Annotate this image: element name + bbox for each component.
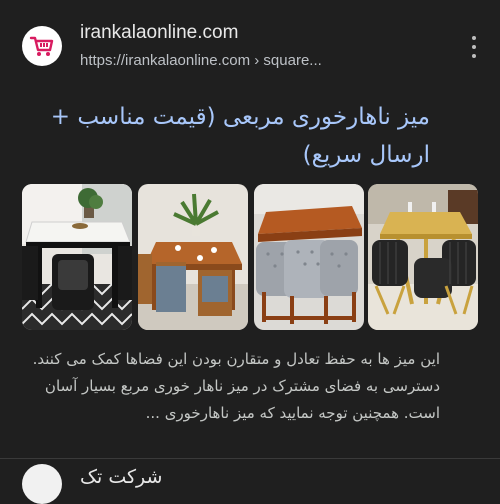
thumbnail-4[interactable] — [368, 184, 478, 330]
result-divider — [0, 458, 500, 459]
site-name: irankalaonline.com — [80, 22, 239, 43]
shopping-cart-icon[interactable] — [22, 26, 62, 66]
thumbnail-3[interactable] — [254, 184, 364, 330]
thumbnail-1[interactable] — [22, 184, 132, 330]
site-url: https://irankalaonline.com › square... — [80, 52, 322, 69]
next-site-favicon-icon[interactable] — [22, 464, 62, 504]
result-snippet: این میز ها به حفظ تعادل و متقارن بودن ای… — [32, 350, 440, 422]
thumbnail-2[interactable] — [138, 184, 248, 330]
more-vert-icon[interactable] — [466, 32, 482, 62]
next-result-header[interactable]: شرکت تک — [22, 464, 478, 504]
site-header[interactable]: irankalaonline.com https://irankalaonlin… — [22, 20, 482, 76]
result-title-link[interactable]: میز ناهارخوری مربعی (قیمت مناسب + ارسال … — [10, 98, 430, 174]
next-site-name: شرکت تک — [80, 466, 163, 488]
image-thumbnails — [22, 184, 478, 330]
